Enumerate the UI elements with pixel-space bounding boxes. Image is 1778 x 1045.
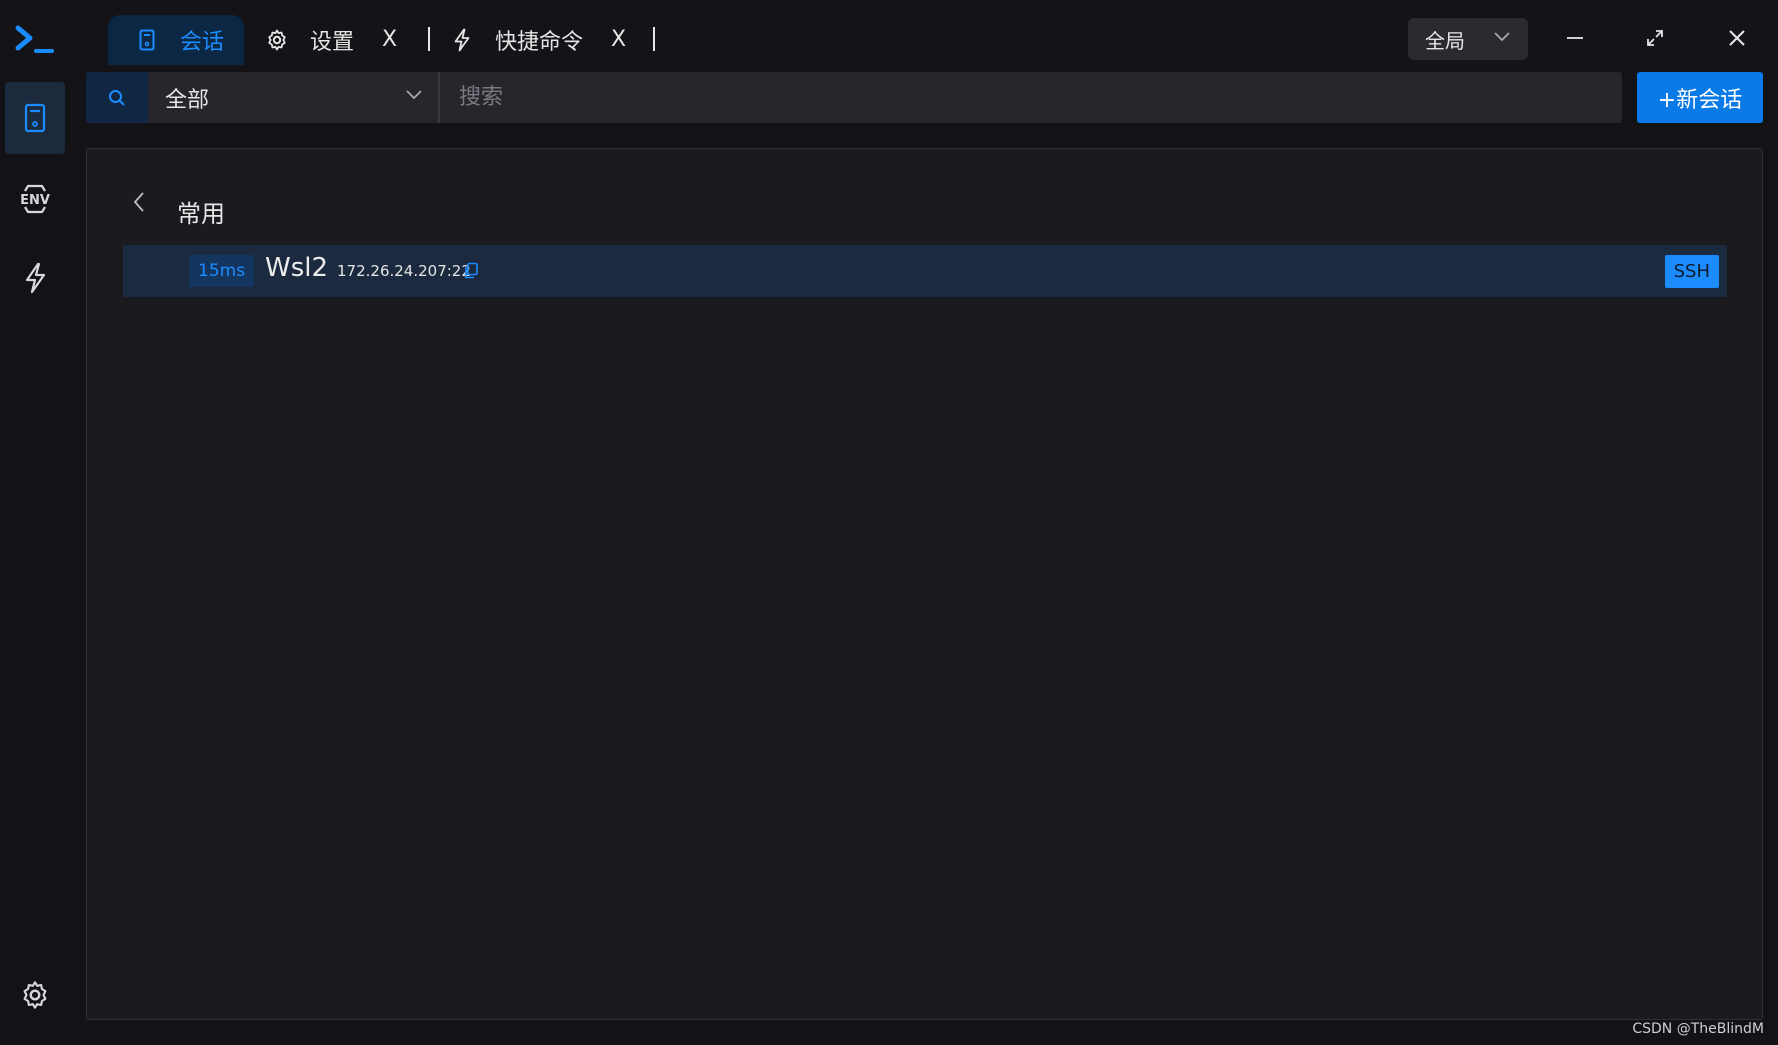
sidebar: ENV — [0, 66, 70, 1045]
restore-icon — [1647, 30, 1663, 46]
tab-quick-commands[interactable]: 快捷命令 X — [449, 15, 626, 65]
gear-icon — [23, 981, 47, 1009]
lightning-icon — [25, 262, 46, 294]
search-bar: 全部 — [86, 72, 1622, 123]
tab-close-button[interactable]: X — [382, 29, 397, 51]
tab-label: 会话 — [180, 30, 225, 55]
search-button[interactable] — [86, 72, 148, 123]
search-icon — [109, 89, 125, 106]
sidebar-item-sessions[interactable] — [5, 82, 65, 154]
tab-sessions[interactable]: 会话 — [108, 15, 244, 65]
group-title: 常用 — [177, 200, 225, 228]
watermark: CSDN @TheBlindM — [1632, 1021, 1764, 1037]
chevron-down-icon — [406, 90, 422, 100]
tab-close-button[interactable]: X — [611, 29, 626, 51]
new-session-button[interactable]: +新会话 — [1637, 72, 1763, 123]
session-address: 172.26.24.207:22 — [337, 262, 471, 280]
server-icon — [134, 27, 160, 53]
minimize-button[interactable] — [1553, 18, 1597, 58]
server-icon — [24, 103, 46, 133]
filter-select[interactable]: 全部 — [148, 72, 440, 123]
title-bar: 会话 设置 X 快捷命令 X 全局 — [0, 0, 1778, 66]
env-icon-text: ENV — [20, 193, 50, 208]
chevron-down-icon — [1494, 32, 1510, 42]
sidebar-item-quick-commands[interactable] — [5, 242, 65, 314]
restore-button[interactable] — [1633, 18, 1677, 58]
close-icon — [1729, 30, 1745, 46]
search-input[interactable] — [442, 72, 1622, 123]
back-button[interactable] — [129, 189, 149, 215]
chevron-left-icon — [133, 192, 144, 212]
minimize-icon — [1567, 37, 1583, 39]
tab-settings[interactable]: 设置 X — [264, 15, 397, 65]
main-content: 全部 +新会话 常用 15ms Wsl2 172.26.24.207:22 — [70, 66, 1778, 1045]
copy-icon[interactable] — [463, 262, 479, 280]
close-window-button[interactable] — [1715, 18, 1759, 58]
sidebar-settings-button[interactable] — [5, 959, 65, 1031]
gear-icon — [264, 27, 290, 53]
filter-select-value: 全部 — [165, 87, 210, 113]
tab-separator — [428, 27, 430, 51]
sidebar-item-env[interactable]: ENV — [5, 163, 65, 235]
tab-separator — [653, 27, 655, 51]
app-logo-icon — [15, 25, 54, 53]
tab-label: 设置 — [310, 30, 355, 55]
session-panel: 常用 15ms Wsl2 172.26.24.207:22 SSH — [86, 148, 1763, 1020]
session-name: Wsl2 — [265, 253, 329, 283]
app-window: 会话 设置 X 快捷命令 X 全局 ENV 全部 搜索 +新会话 常用 15ms… — [0, 0, 1778, 1045]
tab-label: 快捷命令 — [495, 30, 584, 55]
latency-badge: 15ms — [189, 255, 255, 287]
scope-select[interactable]: 全局 — [1408, 18, 1528, 60]
session-row[interactable]: 15ms Wsl2 172.26.24.207:22 SSH — [123, 245, 1727, 297]
protocol-badge: SSH — [1664, 255, 1719, 288]
scope-select-value: 全局 — [1425, 28, 1465, 53]
lightning-icon — [449, 27, 475, 53]
env-icon: ENV — [20, 184, 50, 214]
